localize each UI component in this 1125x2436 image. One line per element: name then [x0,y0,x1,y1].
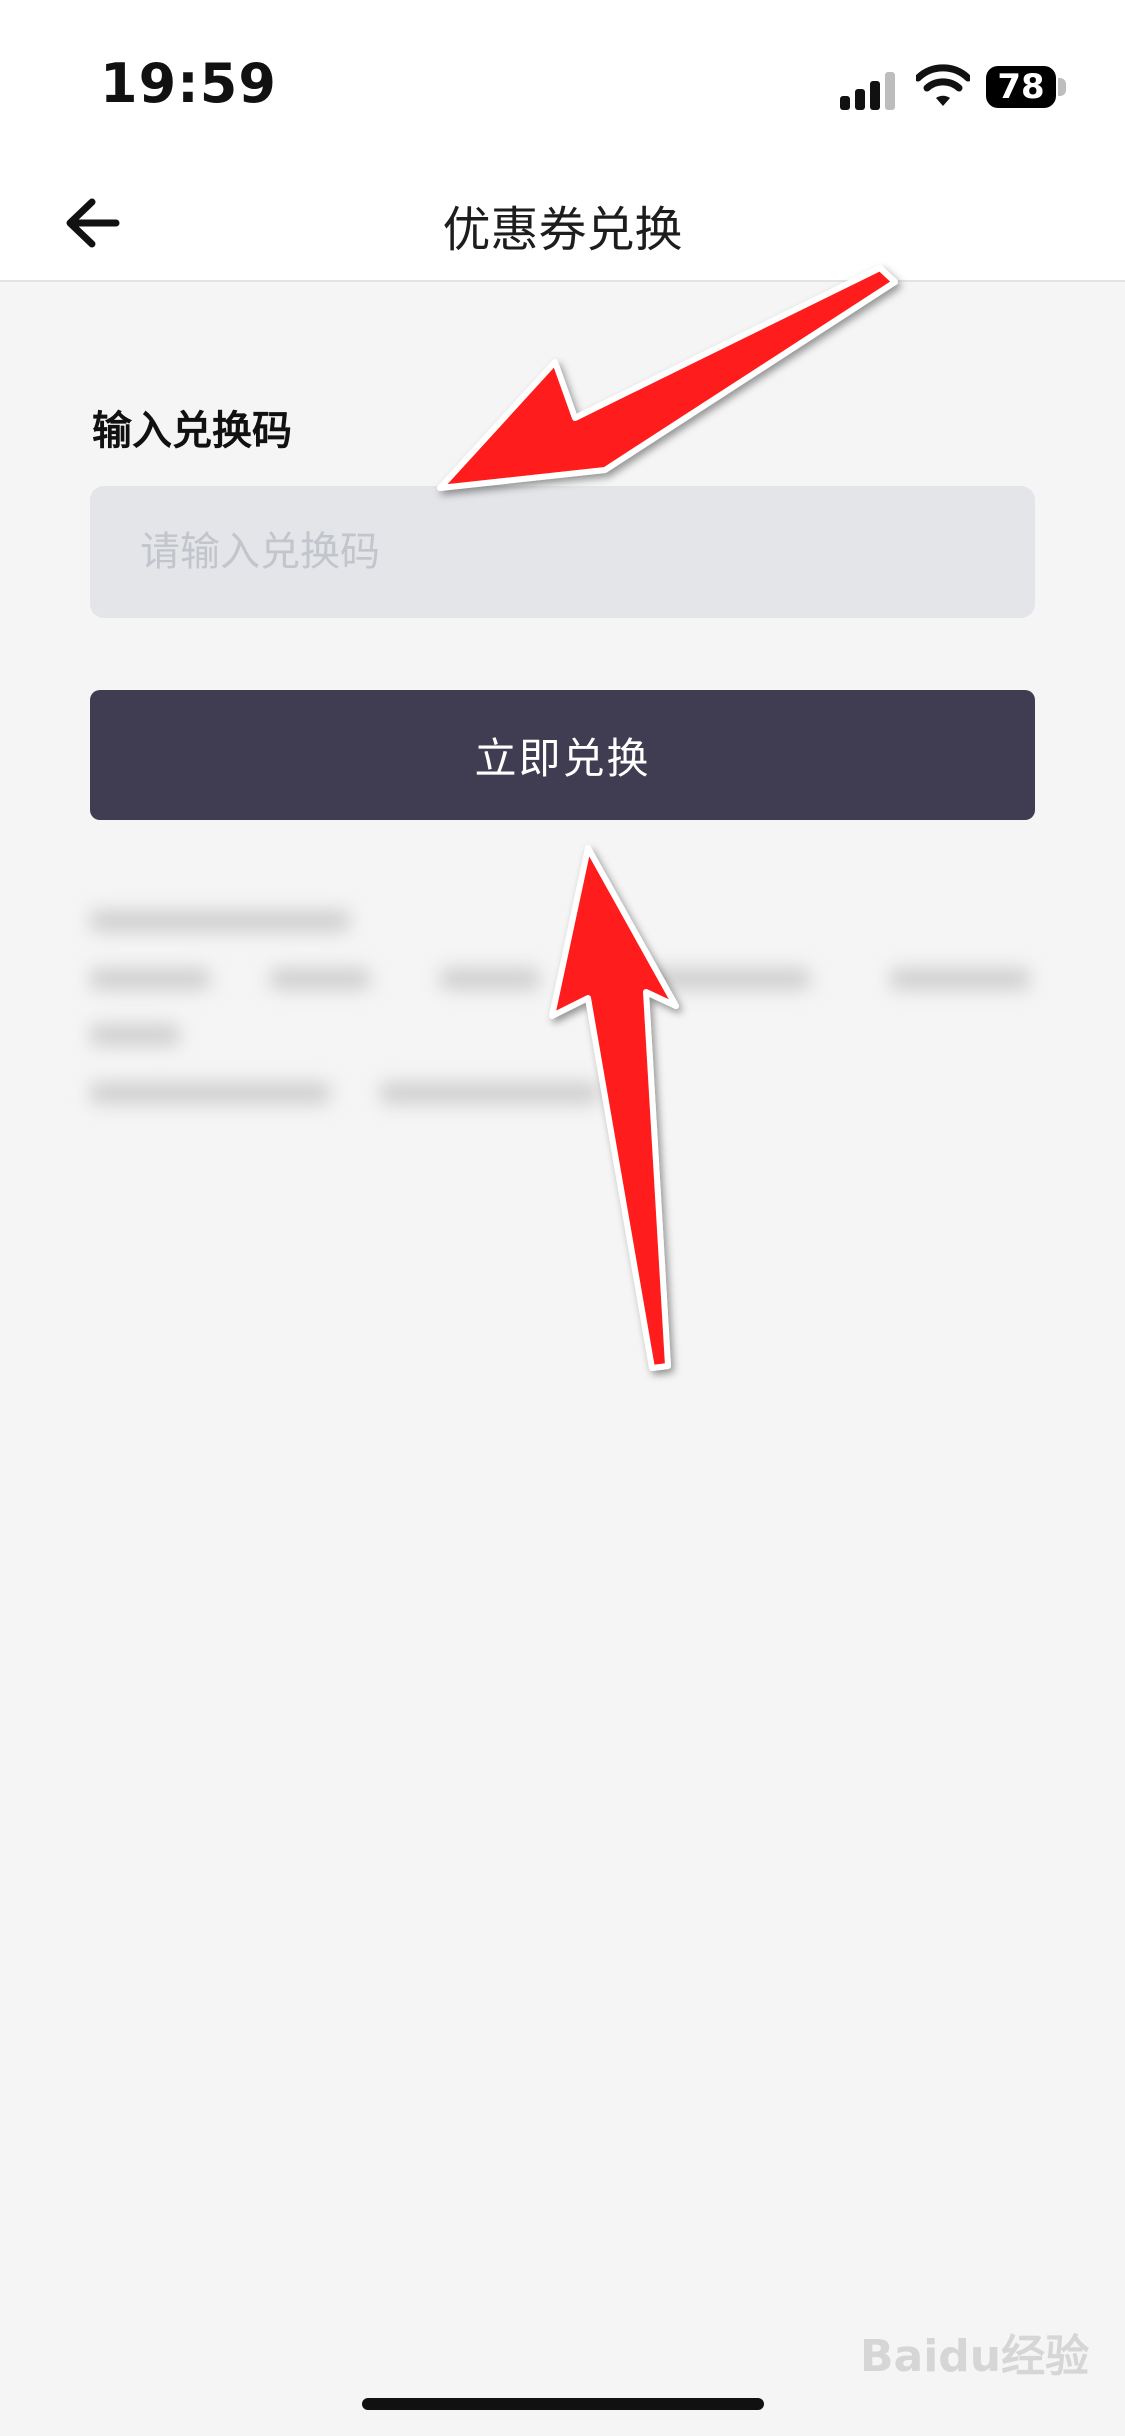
cellular-signal-icon [840,72,895,110]
battery-icon: 78 [986,66,1056,108]
baidu-watermark: Baidu经验 [860,2331,1090,2382]
blurred-instructions [90,900,1040,1140]
page-title: 优惠券兑换 [442,202,683,258]
arrow-to-input-icon [437,265,898,491]
status-bar: 19:59 78 [0,0,1125,180]
redeem-code-label: 输入兑换码 [92,408,292,454]
redeem-code-input[interactable] [90,486,1035,618]
nav-bar: 优惠券兑换 [0,180,1125,282]
redeem-now-button[interactable]: 立即兑换 [90,690,1035,820]
wifi-icon [916,64,970,106]
home-indicator[interactable] [362,2398,764,2410]
battery-cap [1058,78,1066,96]
status-time: 19:59 [100,52,277,115]
annotation-overlay [437,265,898,1371]
